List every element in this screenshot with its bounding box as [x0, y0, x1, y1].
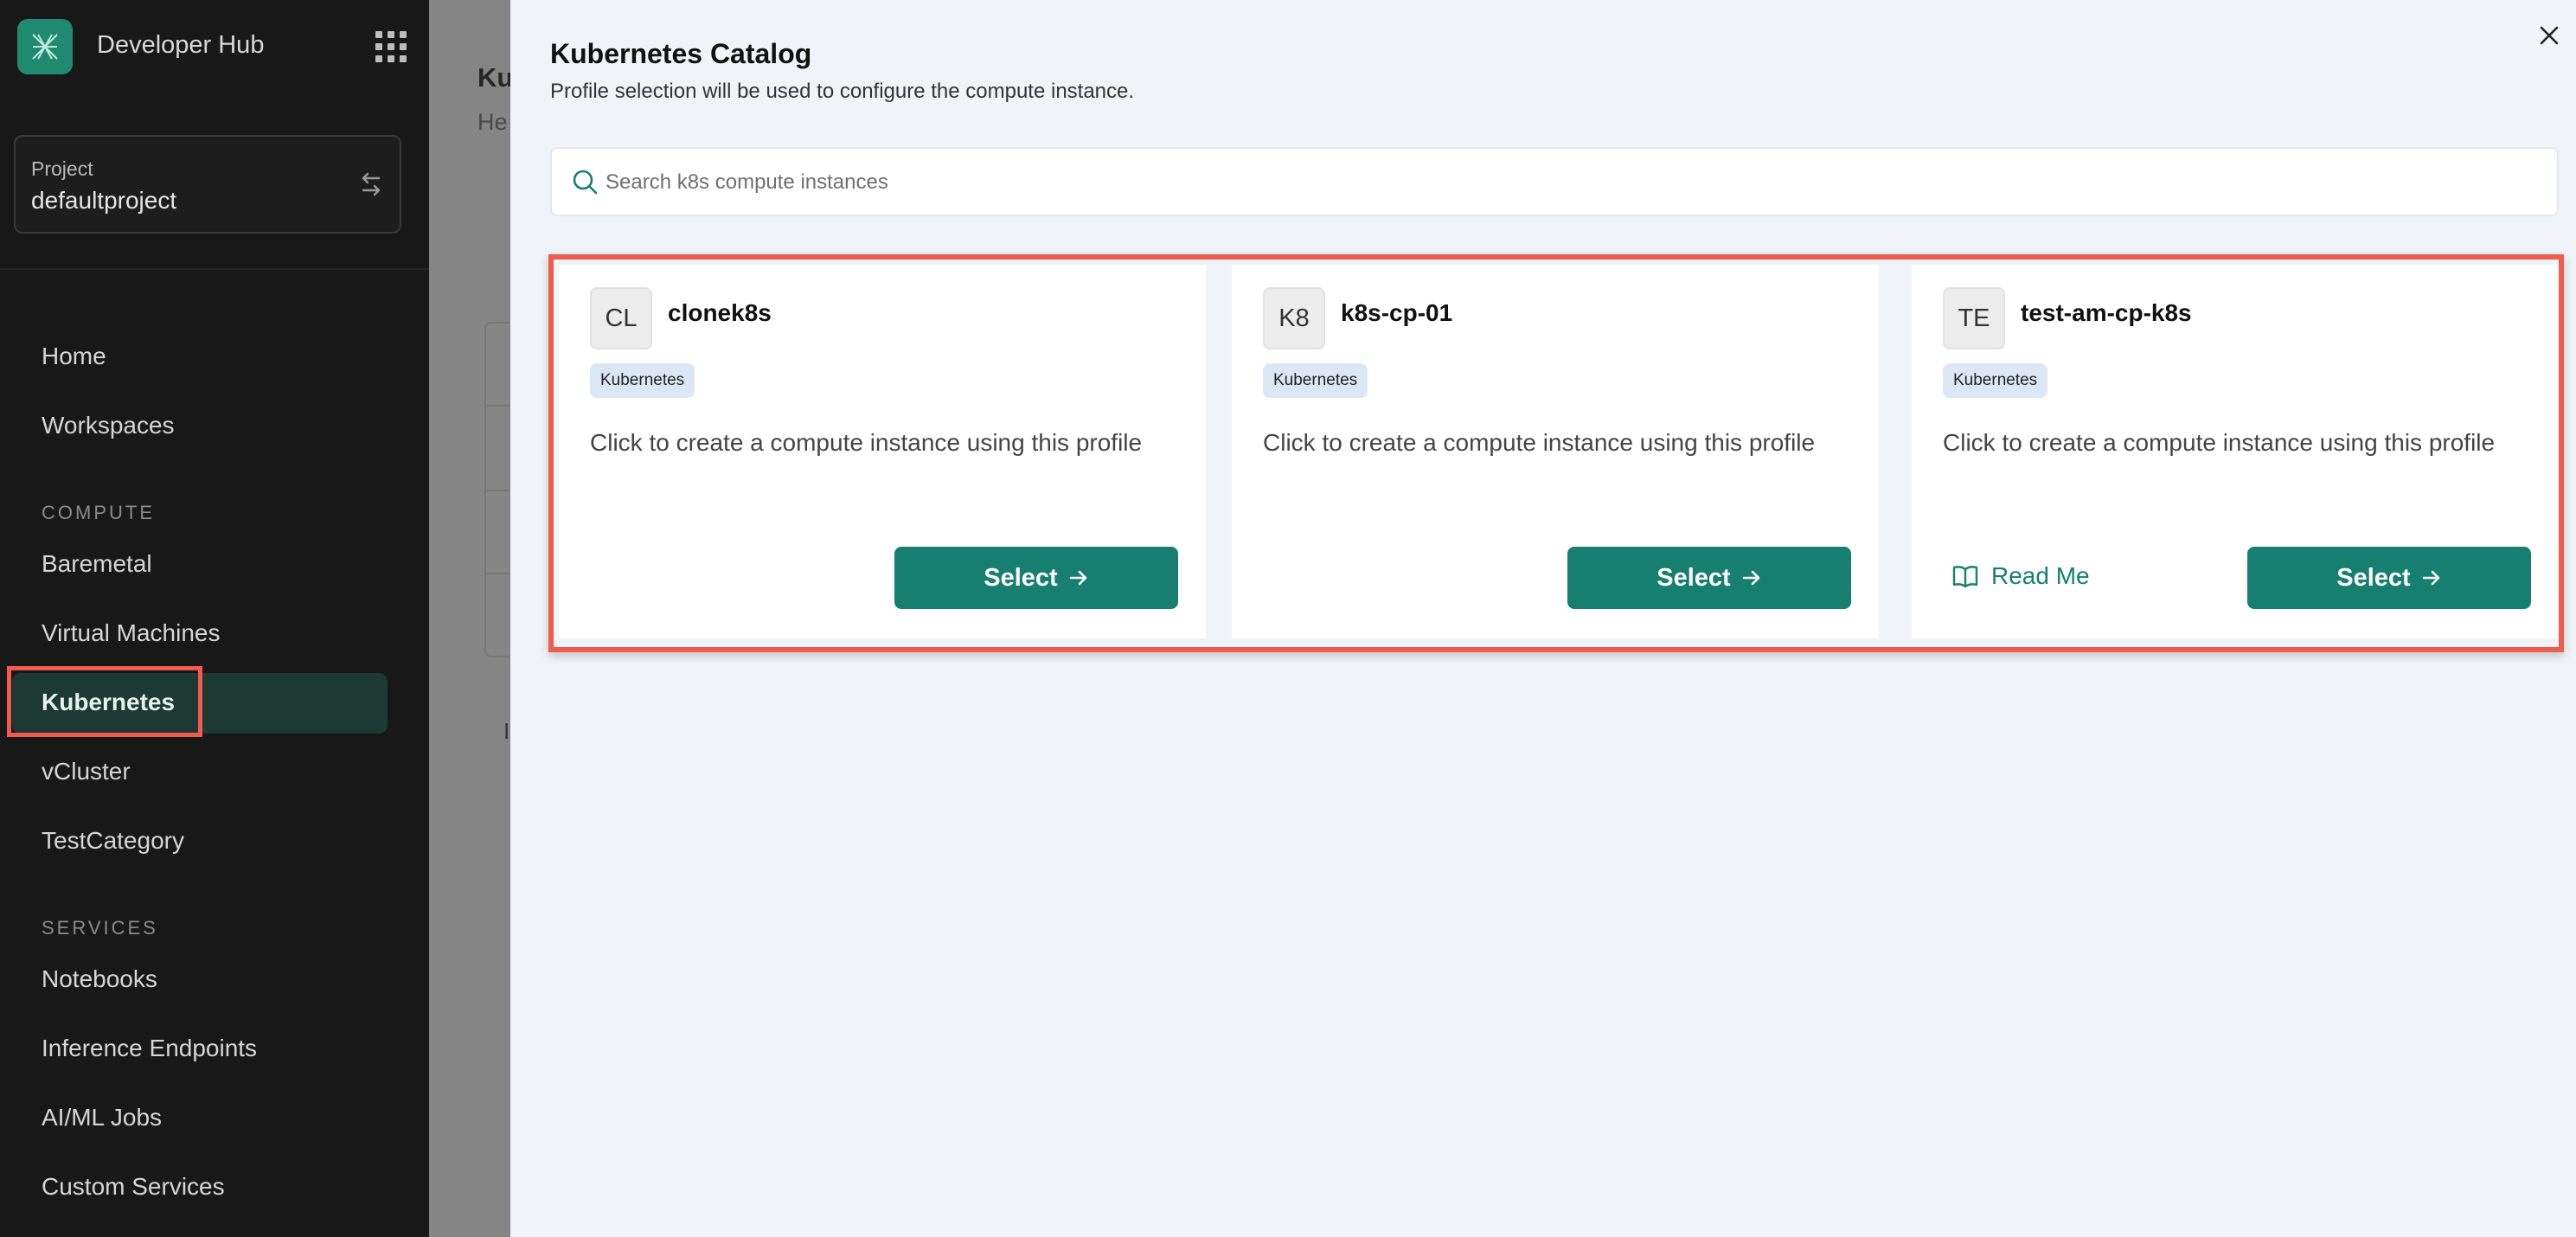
- background-divider: [486, 405, 510, 407]
- highlight-annotation: [548, 254, 2564, 652]
- search-icon: [573, 170, 598, 195]
- background-divider: [486, 490, 510, 491]
- project-switcher[interactable]: Project defaultproject: [14, 135, 401, 234]
- search-input[interactable]: [606, 161, 2509, 204]
- background-divider: [486, 573, 510, 574]
- close-icon: [2540, 26, 2559, 45]
- close-button[interactable]: [2534, 21, 2564, 50]
- background-page-overlay[interactable]: Ku He I: [429, 0, 510, 1237]
- sidebar-item-notebooks[interactable]: Notebooks: [42, 965, 157, 993]
- app-grid-icon[interactable]: [375, 31, 407, 62]
- drawer-subtitle: Profile selection will be used to config…: [550, 80, 1135, 103]
- background-text-fragment: I: [503, 718, 510, 744]
- sidebar-item-aiml-jobs[interactable]: AI/ML Jobs: [42, 1104, 162, 1131]
- sidebar-item-workspaces[interactable]: Workspaces: [42, 412, 175, 439]
- sidebar-item-home[interactable]: Home: [42, 343, 106, 370]
- kubernetes-catalog-drawer: Kubernetes Catalog Profile selection wil…: [510, 0, 2576, 1237]
- sidebar: Developer Hub Project defaultproject Hom…: [0, 0, 429, 1237]
- sidebar-item-testcategory[interactable]: TestCategory: [42, 827, 184, 855]
- search-bar[interactable]: [550, 147, 2559, 216]
- sidebar-item-inference-endpoints[interactable]: Inference Endpoints: [42, 1035, 257, 1062]
- drawer-title: Kubernetes Catalog: [550, 38, 812, 69]
- background-page-title: Ku: [477, 62, 510, 93]
- sidebar-item-custom-services[interactable]: Custom Services: [42, 1173, 225, 1201]
- services-section-header: SERVICES: [42, 917, 158, 939]
- sidebar-item-baremetal[interactable]: Baremetal: [42, 550, 152, 578]
- app-logo-icon[interactable]: [17, 19, 73, 74]
- project-label: Project: [31, 157, 93, 180]
- background-page-subtitle: He: [477, 109, 508, 135]
- sidebar-divider: [0, 268, 429, 270]
- compute-section-header: COMPUTE: [42, 502, 155, 523]
- app-title: Developer Hub: [97, 31, 265, 59]
- highlight-annotation: [7, 666, 202, 737]
- swap-icon[interactable]: [356, 170, 386, 199]
- sidebar-item-virtual-machines[interactable]: Virtual Machines: [42, 619, 220, 647]
- project-value: defaultproject: [31, 187, 177, 214]
- sidebar-item-vcluster[interactable]: vCluster: [42, 758, 131, 785]
